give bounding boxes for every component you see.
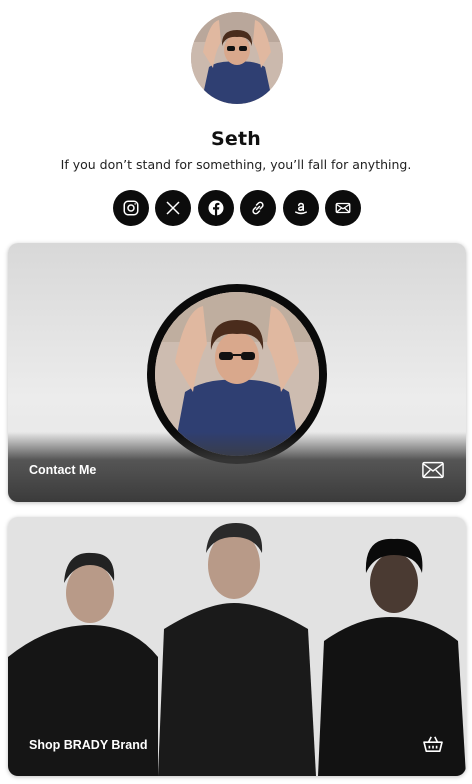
basket-icon [423,736,443,753]
shop-brady-label: Shop BRADY Brand [29,738,148,752]
profile-name: Seth [211,128,261,150]
profile-avatar [191,12,283,104]
profile-bio: If you don’t stand for something, you’ll… [60,157,412,172]
contact-me-card[interactable]: Contact Me [8,243,466,502]
x-icon [166,201,180,215]
link-icon [252,201,264,215]
website-link[interactable] [240,190,277,226]
shop-brady-card[interactable]: Shop BRADY Brand [8,517,466,776]
x-link[interactable] [155,190,192,226]
facebook-link[interactable] [197,190,234,226]
social-links [113,190,361,226]
contact-me-label: Contact Me [29,463,97,477]
mail-icon [335,202,351,214]
amazon-link[interactable] [282,190,319,226]
instagram-icon [123,200,139,216]
facebook-icon [208,200,224,216]
amazon-icon [294,202,307,215]
mail-icon [422,461,444,479]
instagram-link[interactable] [113,190,149,226]
email-link[interactable] [324,190,361,226]
